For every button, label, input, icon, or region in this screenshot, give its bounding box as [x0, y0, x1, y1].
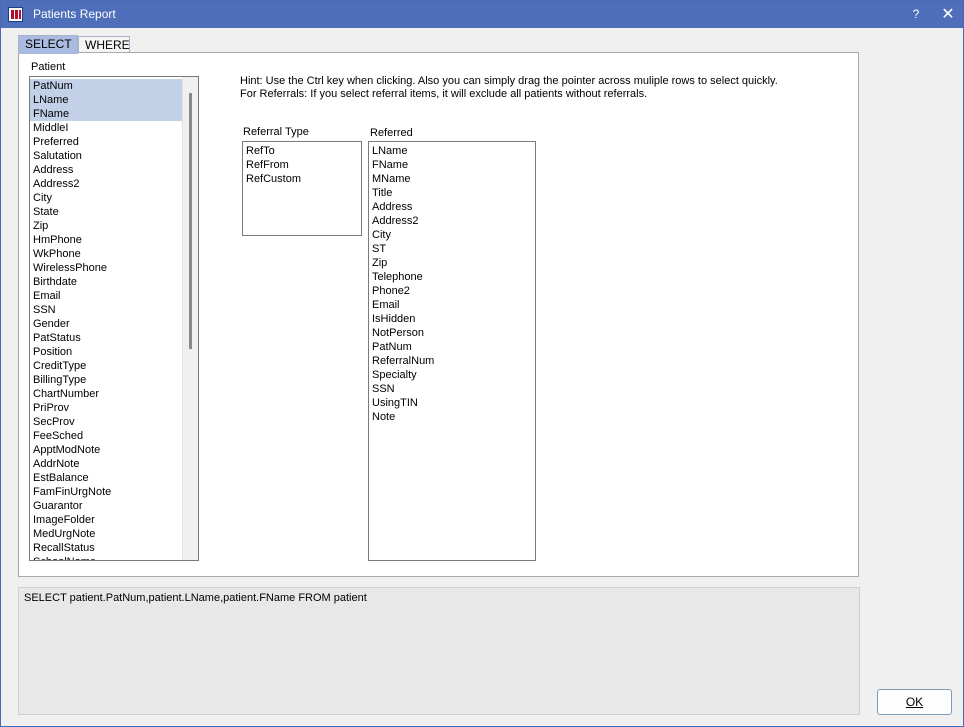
list-item[interactable]: Address: [369, 200, 535, 214]
ok-button[interactable]: OK: [877, 689, 952, 715]
query-textbox[interactable]: SELECT patient.PatNum,patient.LName,pati…: [18, 587, 860, 715]
list-item[interactable]: HmPhone: [30, 233, 182, 247]
hint-line-1: Hint: Use the Ctrl key when clicking. Al…: [240, 75, 778, 87]
list-item[interactable]: Preferred: [30, 135, 182, 149]
list-item[interactable]: Zip: [30, 219, 182, 233]
list-item[interactable]: PriProv: [30, 401, 182, 415]
list-item[interactable]: Position: [30, 345, 182, 359]
list-item[interactable]: SecProv: [30, 415, 182, 429]
list-item[interactable]: MedUrgNote: [30, 527, 182, 541]
list-item[interactable]: LName: [369, 144, 535, 158]
list-item[interactable]: ReferralNum: [369, 354, 535, 368]
help-button[interactable]: ?: [906, 4, 926, 25]
list-item[interactable]: FeeSched: [30, 429, 182, 443]
list-item[interactable]: Birthdate: [30, 275, 182, 289]
list-item[interactable]: Address2: [369, 214, 535, 228]
list-item[interactable]: Title: [369, 186, 535, 200]
list-item[interactable]: Guarantor: [30, 499, 182, 513]
list-item[interactable]: Zip: [369, 256, 535, 270]
referral-type-items: RefTo RefFrom RefCustom: [243, 142, 361, 186]
list-item[interactable]: PatStatus: [30, 331, 182, 345]
patient-list-scrollbar[interactable]: [182, 77, 198, 560]
list-item[interactable]: Specialty: [369, 368, 535, 382]
list-item[interactable]: LName: [30, 93, 182, 107]
close-button[interactable]: ✕: [937, 4, 959, 25]
list-item[interactable]: SSN: [369, 382, 535, 396]
list-item[interactable]: RecallStatus: [30, 541, 182, 555]
list-item[interactable]: Salutation: [30, 149, 182, 163]
referral-type-label: Referral Type: [243, 126, 309, 138]
list-item[interactable]: PatNum: [30, 79, 182, 93]
list-item[interactable]: State: [30, 205, 182, 219]
hint-text: Hint: Use the Ctrl key when clicking. Al…: [240, 75, 778, 101]
scrollbar-thumb[interactable]: [189, 93, 192, 349]
app-grid-icon: [8, 7, 23, 22]
list-item[interactable]: MiddleI: [30, 121, 182, 135]
patient-items: PatNum LName FName MiddleI Preferred Salutati…: [30, 79, 182, 560]
title-bar: Patients Report ? ✕: [1, 1, 963, 28]
patient-label: Patient: [31, 61, 66, 73]
list-item[interactable]: SSN: [30, 303, 182, 317]
tab-where[interactable]: WHERE: [78, 36, 130, 53]
list-item[interactable]: Gender: [30, 317, 182, 331]
list-item[interactable]: ImageFolder: [30, 513, 182, 527]
list-item[interactable]: City: [30, 191, 182, 205]
list-item[interactable]: City: [369, 228, 535, 242]
list-item[interactable]: AddrNote: [30, 457, 182, 471]
list-item[interactable]: PatNum: [369, 340, 535, 354]
list-item[interactable]: Telephone: [369, 270, 535, 284]
referral-type-list[interactable]: RefTo RefFrom RefCustom: [242, 141, 362, 236]
list-item[interactable]: RefFrom: [243, 158, 361, 172]
list-item[interactable]: FamFinUrgNote: [30, 485, 182, 499]
ok-label: OK: [905, 695, 924, 709]
window-title: Patients Report: [33, 7, 116, 21]
list-item[interactable]: ChartNumber: [30, 387, 182, 401]
list-item[interactable]: Note: [369, 410, 535, 424]
patients-report-window: Patients Report ? ✕ SELECT WHERE Patient…: [0, 0, 964, 727]
select-tab-panel: Patient PatNum LName FName MiddleI Preferred…: [18, 52, 859, 577]
list-item[interactable]: FName: [369, 158, 535, 172]
referred-fields-list[interactable]: LName FName MName Title Address Address2 City S…: [368, 141, 536, 561]
list-item[interactable]: ST: [369, 242, 535, 256]
referred-label: Referred: [370, 127, 413, 139]
patient-fields-list[interactable]: PatNum LName FName MiddleI Preferred Salutati…: [29, 76, 199, 561]
list-item[interactable]: WirelessPhone: [30, 261, 182, 275]
tab-select[interactable]: SELECT: [18, 35, 78, 54]
list-item[interactable]: IsHidden: [369, 312, 535, 326]
list-item[interactable]: MName: [369, 172, 535, 186]
list-item[interactable]: NotPerson: [369, 326, 535, 340]
list-item[interactable]: EstBalance: [30, 471, 182, 485]
list-item[interactable]: RefTo: [243, 144, 361, 158]
list-item[interactable]: FName: [30, 107, 182, 121]
referred-items: LName FName MName Title Address Address2 City S…: [369, 142, 535, 424]
list-item[interactable]: CreditType: [30, 359, 182, 373]
list-item[interactable]: Phone2: [369, 284, 535, 298]
list-item[interactable]: Address: [30, 163, 182, 177]
list-item[interactable]: RefCustom: [243, 172, 361, 186]
list-item[interactable]: ApptModNote: [30, 443, 182, 457]
list-item[interactable]: Address2: [30, 177, 182, 191]
list-item[interactable]: Email: [369, 298, 535, 312]
list-item[interactable]: BillingType: [30, 373, 182, 387]
list-item[interactable]: Email: [30, 289, 182, 303]
list-item[interactable]: WkPhone: [30, 247, 182, 261]
list-item[interactable]: UsingTIN: [369, 396, 535, 410]
hint-line-2: For Referrals: If you select referral it…: [240, 88, 648, 100]
list-item[interactable]: SchoolName: [30, 555, 182, 560]
